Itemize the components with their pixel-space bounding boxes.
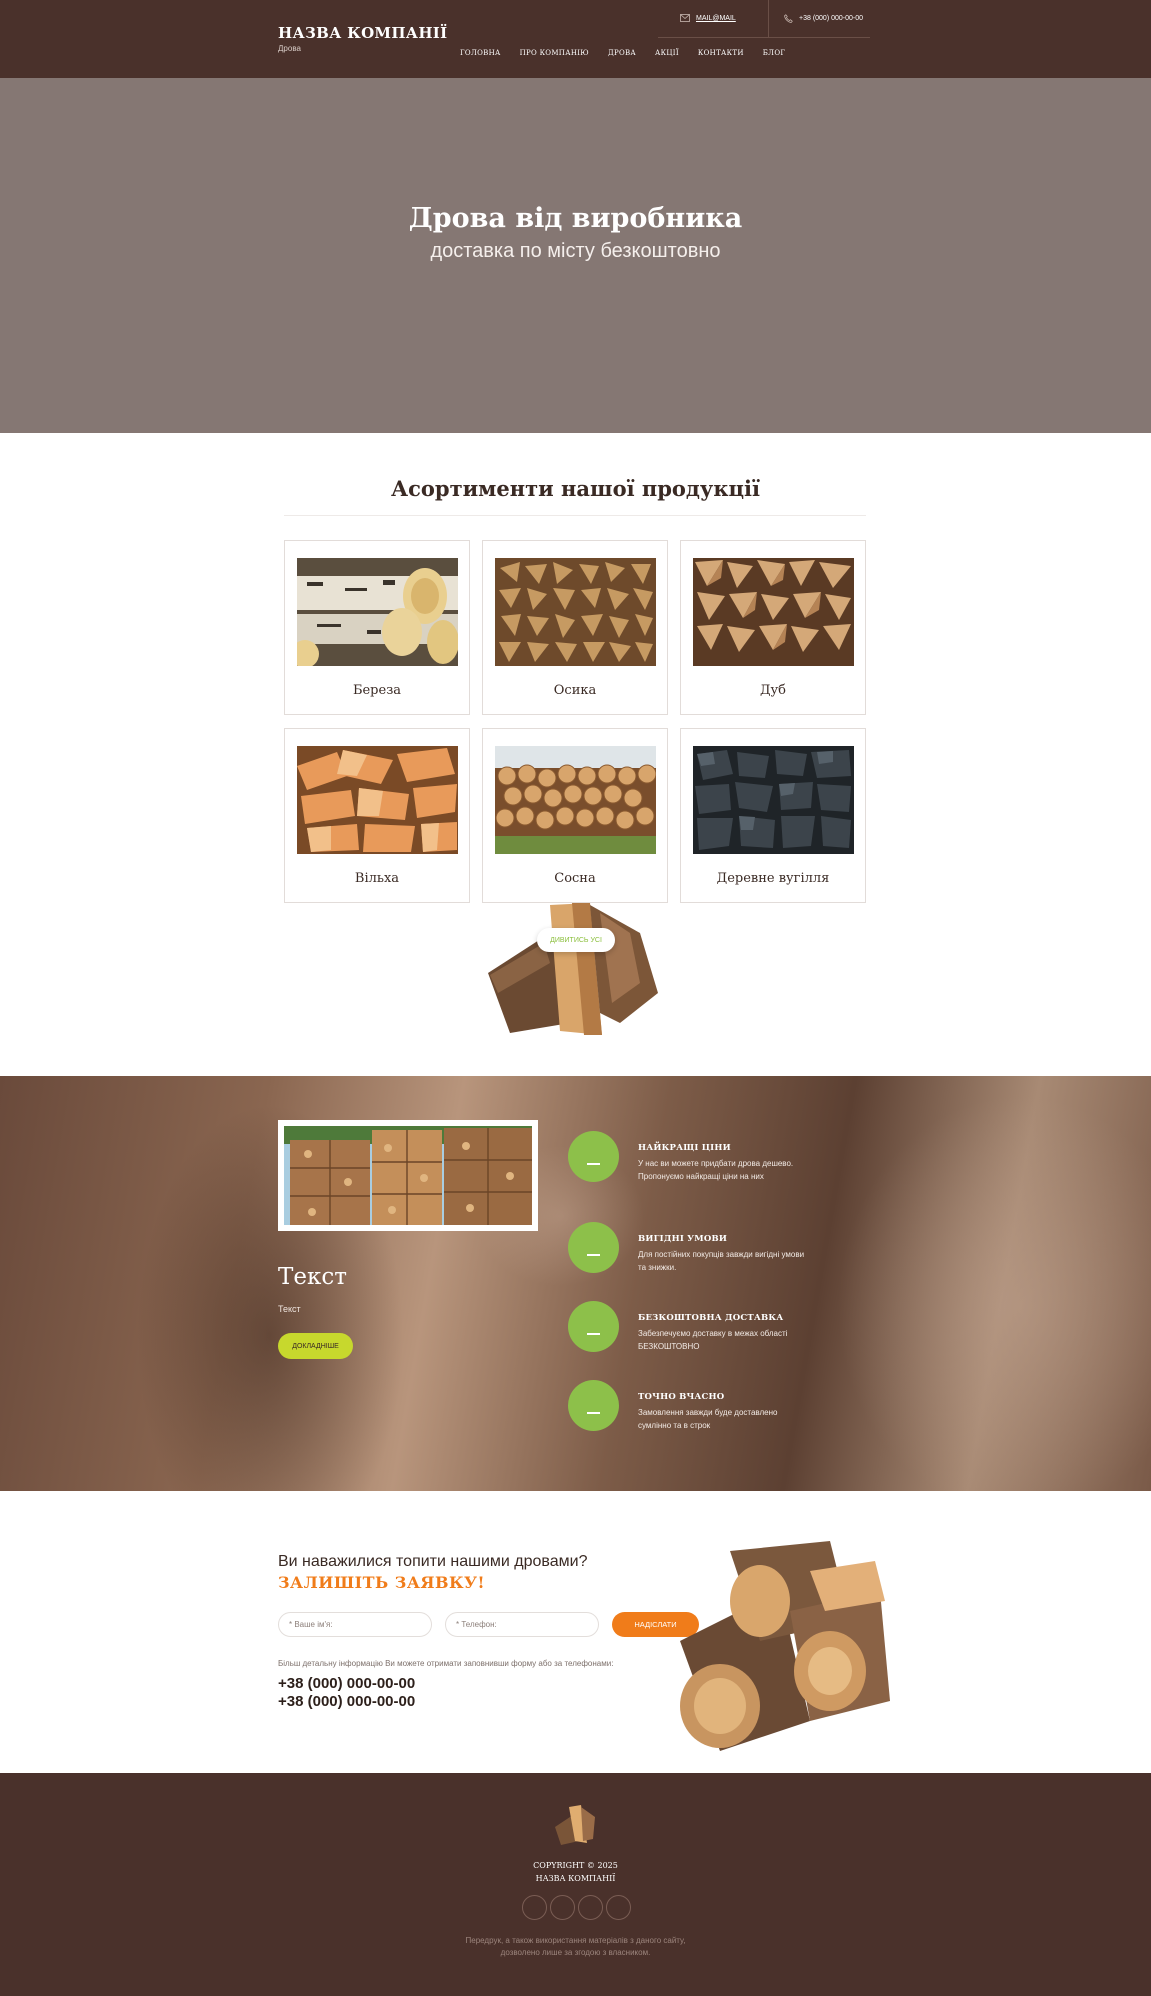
legal-note-line: Передрук, а також використання матеріалі…: [465, 1936, 686, 1945]
features-section: Текст Текст ДОКЛАДНІШЕ НАЙКРАЩІ ЦІНИ У н…: [0, 1076, 1151, 1491]
mail-icon: [680, 14, 690, 22]
nav-item-home[interactable]: ГОЛОВНА: [460, 49, 501, 57]
feature-icon: [568, 1301, 619, 1352]
alder-firewood-image: [297, 746, 458, 854]
order-cta: ЗАЛИШІТЬ ЗАЯВКУ!: [278, 1573, 486, 1592]
order-note: Більш детальну інформацію Ви можете отри…: [278, 1659, 614, 1668]
header-phone[interactable]: +38 (000) 000-00-00: [784, 14, 863, 23]
copyright-text: COPYRIGHT © 2025: [533, 1861, 618, 1870]
feature-description: Забезпечуємо доставку в межах області БЕ…: [638, 1329, 788, 1351]
phone-input[interactable]: [445, 1612, 599, 1637]
feature-title: ВИГІДНІ УМОВИ: [638, 1234, 728, 1244]
products-section: Асортименти нашої продукції Береза Осика…: [0, 433, 1151, 1076]
feature-icon: [568, 1380, 619, 1431]
oak-firewood-image: [693, 558, 854, 666]
product-name: Деревне вугілля: [716, 871, 830, 886]
social-icon[interactable]: [578, 1895, 603, 1920]
brand[interactable]: НАЗВА КОМПАНІЇ Дрова: [278, 24, 447, 53]
product-card-oak[interactable]: Дуб: [680, 540, 866, 715]
charcoal-image: [693, 746, 854, 854]
footer-company-name: НАЗВА КОМПАНІЇ: [535, 1874, 616, 1883]
product-name: Сосна: [554, 871, 596, 886]
email-link[interactable]: MAIL@MAIL: [680, 14, 736, 22]
nav-item-about[interactable]: ПРО КОМПАНІЮ: [520, 49, 589, 57]
order-question: Ви наважилися топити нашими дровами?: [278, 1553, 588, 1570]
footer-copyright: COPYRIGHT © 2025 НАЗВА КОМПАНІЇ: [0, 1859, 1151, 1885]
nav-item-blog[interactable]: БЛОГ: [763, 49, 786, 57]
email-text: MAIL@MAIL: [696, 14, 736, 22]
social-icon[interactable]: [606, 1895, 631, 1920]
product-card-alder[interactable]: Вільха: [284, 728, 470, 903]
order-phone-1[interactable]: +38 (000) 000-00-00: [278, 1675, 415, 1692]
features-text: Текст: [278, 1304, 301, 1314]
brand-title: НАЗВА КОМПАНІЇ: [278, 24, 448, 42]
products-divider: [284, 515, 866, 516]
feature-description: Для постійних покупців завжди вигідні ум…: [638, 1250, 805, 1272]
feature-title: ТОЧНО ВЧАСНО: [638, 1392, 725, 1402]
feature-photo-frame: [278, 1120, 538, 1231]
social-icon[interactable]: [522, 1895, 547, 1920]
feature-icon: [568, 1222, 619, 1273]
feature-title: НАЙКРАЩІ ЦІНИ: [638, 1143, 731, 1153]
order-phone-2[interactable]: +38 (000) 000-00-00: [278, 1693, 415, 1710]
product-grid: Береза Осика Дуб Вільха Сосна Деревне ву…: [284, 540, 866, 903]
aspen-firewood-image: [495, 558, 656, 666]
main-nav: ГОЛОВНА ПРО КОМПАНІЮ ДРОВА АКЦІЇ КОНТАКТ…: [460, 49, 785, 57]
contact-divider: [768, 0, 769, 38]
firewood-logo-icon: [555, 1805, 595, 1845]
phone-icon: [784, 14, 793, 23]
features-heading: Текст: [278, 1264, 347, 1290]
birch-logs-image: [297, 558, 458, 666]
header-phone-text: +38 (000) 000-00-00: [799, 15, 864, 22]
site-header: НАЗВА КОМПАНІЇ Дрова MAIL@MAIL +38 (000)…: [0, 0, 1151, 78]
legal-note-line: дозволено лише за згодою з власником.: [500, 1948, 651, 1957]
nav-item-firewood[interactable]: ДРОВА: [608, 49, 636, 57]
feature-description: Замовлення завжди буде доставлено сумлін…: [638, 1408, 778, 1430]
order-section: Ви наважилися топити нашими дровами? ЗАЛ…: [0, 1491, 1151, 1773]
nav-item-contacts[interactable]: КОНТАКТИ: [698, 49, 744, 57]
see-all-button[interactable]: ДИВИТИСЬ УСІ: [537, 928, 615, 952]
name-input[interactable]: [278, 1612, 432, 1637]
brand-subtitle: Дрова: [278, 44, 301, 53]
product-card-aspen[interactable]: Осика: [482, 540, 668, 715]
hero-banner: Дрова від виробника доставка по місту бе…: [0, 78, 1151, 433]
product-card-pine[interactable]: Сосна: [482, 728, 668, 903]
nav-item-promotions[interactable]: АКЦІЇ: [655, 49, 679, 57]
footer-legal-note: Передрук, а також використання матеріалі…: [0, 1935, 1151, 1959]
product-card-birch[interactable]: Береза: [284, 540, 470, 715]
product-card-charcoal[interactable]: Деревне вугілля: [680, 728, 866, 903]
firewood-pile-image: [680, 1541, 890, 1751]
social-links: [522, 1895, 631, 1920]
pine-logs-image: [495, 746, 656, 854]
site-footer: COPYRIGHT © 2025 НАЗВА КОМПАНІЇ Передрук…: [0, 1773, 1151, 1996]
hero-title: Дрова від виробника: [408, 203, 743, 234]
feature-icon: [568, 1131, 619, 1182]
more-details-button[interactable]: ДОКЛАДНІШЕ: [278, 1333, 353, 1359]
product-name: Дуб: [759, 683, 787, 698]
hero-subtitle: доставка по місту безкоштовно: [430, 240, 721, 262]
product-name: Береза: [352, 683, 402, 698]
social-icon[interactable]: [550, 1895, 575, 1920]
product-name: Осика: [553, 683, 597, 698]
feature-description: У нас ви можете придбати дрова дешево. П…: [638, 1159, 794, 1181]
logs-decoration-image: [488, 903, 658, 1035]
stacked-firewood-crates-image: [284, 1126, 532, 1225]
product-name: Вільха: [354, 871, 400, 886]
feature-title: БЕЗКОШТОВНА ДОСТАВКА: [638, 1313, 784, 1323]
contact-bar: MAIL@MAIL +38 (000) 000-00-00: [658, 0, 870, 38]
products-title: Асортименти нашої продукції: [390, 476, 761, 501]
